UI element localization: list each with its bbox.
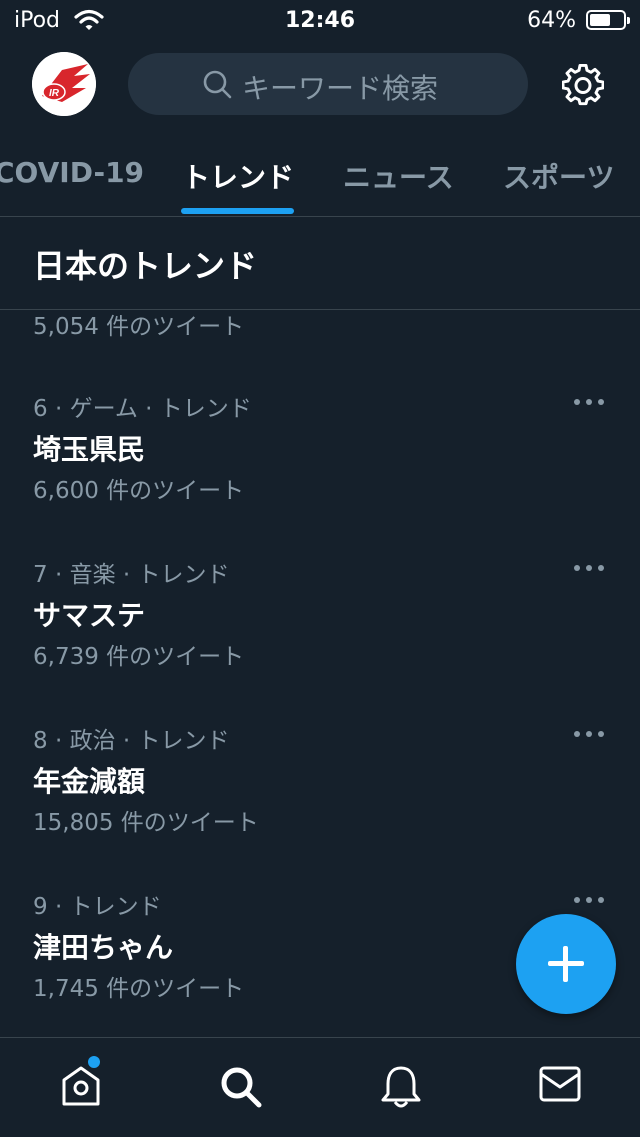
section-title: 日本のトレンド [33,247,258,285]
trend-meta: 8 · 政治 · トレンド [33,728,230,754]
trend-tweet-count: 6,600 件のツイート [33,478,245,504]
mail-icon[interactable] [538,1064,582,1108]
more-options-icon[interactable] [574,897,606,905]
trend-tweet-count: 6,739 件のツイート [33,644,245,670]
bottom-tab-bar [0,1037,640,1137]
trend-tweet-count: 5,054 件のツイート [33,314,245,340]
search-icon[interactable] [218,1064,264,1114]
trends-section-header: 日本のトレンド [0,217,640,310]
trend-tweet-count: 1,745 件のツイート [33,976,245,1002]
trend-tweet-count: 15,805 件のツイート [33,810,259,836]
home-icon[interactable] [60,1064,102,1112]
profile-avatar[interactable]: IR [32,52,96,116]
trend-name: 津田ちゃん [33,931,174,964]
more-options-icon[interactable] [574,731,606,739]
team-logo-icon: IR [32,52,96,116]
battery-icon [586,10,630,30]
active-tab-indicator [181,208,294,214]
trend-item[interactable]: 7 · 音楽 · トレンド サマステ 6,739 件のツイート [0,551,640,681]
more-options-icon[interactable] [574,399,606,407]
bell-icon[interactable] [379,1064,423,1114]
battery-percentage: 64% [527,8,576,33]
search-placeholder: キーワード検索 [242,72,439,105]
trend-meta: 9 · トレンド [33,894,162,920]
explore-tabs: COVID-19 トレンド ニュース スポーツ [0,150,640,217]
compose-tweet-button[interactable] [516,914,616,1014]
notification-dot [88,1056,100,1068]
tab-trends[interactable]: トレンド [182,156,294,196]
tab-covid-19[interactable]: COVID-19 [0,156,144,189]
status-bar: iPod 12:46 64% [0,0,640,42]
trend-name: サマステ [33,599,146,632]
trend-name: 埼玉県民 [33,433,146,466]
trend-name: 年金減額 [33,765,146,798]
tab-sports[interactable]: スポーツ [503,156,614,196]
search-icon [202,69,234,105]
trend-meta: 7 · 音楽 · トレンド [33,562,230,588]
gear-icon[interactable] [561,63,605,110]
trend-meta: 6 · ゲーム · トレンド [33,396,252,422]
search-bar[interactable]: キーワード検索 [128,53,528,115]
trend-item[interactable]: 6 · ゲーム · トレンド 埼玉県民 6,600 件のツイート [0,385,640,515]
battery-level [590,14,610,26]
avatar-logo-text: IR [49,88,60,99]
trend-item[interactable]: 8 · 政治 · トレンド 年金減額 15,805 件のツイート [0,717,640,847]
tab-news[interactable]: ニュース [343,156,454,196]
more-options-icon[interactable] [574,565,606,573]
